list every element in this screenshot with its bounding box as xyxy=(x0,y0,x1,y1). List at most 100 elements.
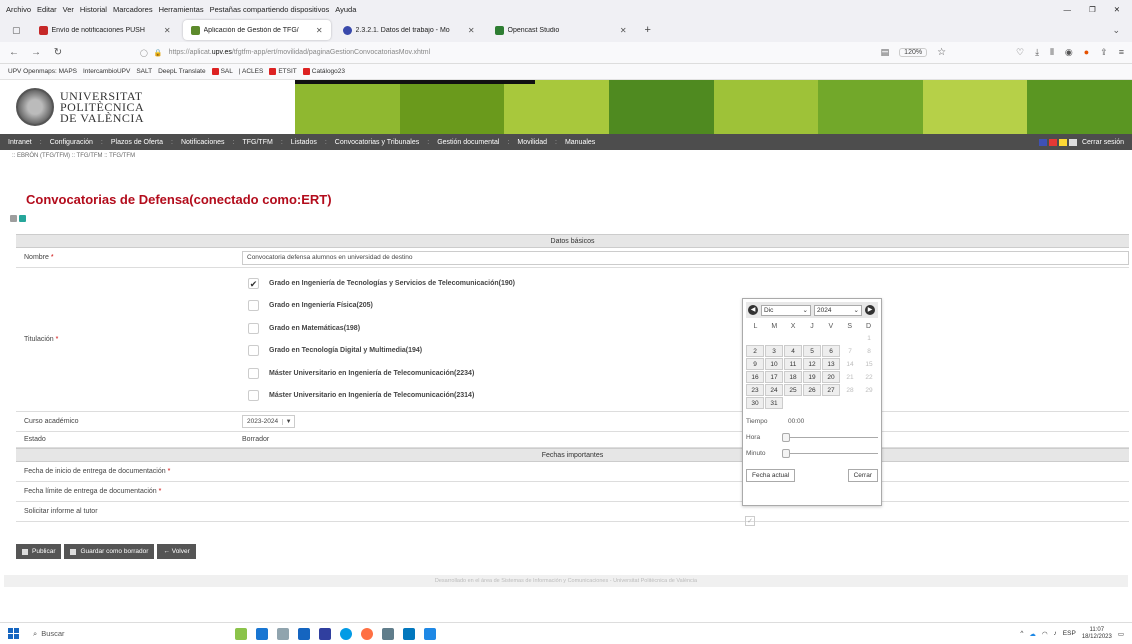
wifi-icon[interactable]: ◠ xyxy=(1042,630,1048,638)
menu-ayuda[interactable]: Ayuda xyxy=(335,5,356,14)
calendar-day[interactable]: 22 xyxy=(860,371,878,383)
hamburger-menu-icon[interactable]: ≡ xyxy=(1119,47,1124,58)
calendar-day[interactable]: 27 xyxy=(822,384,840,396)
account-icon[interactable]: ◉ xyxy=(1065,47,1073,58)
calendar-day[interactable]: 20 xyxy=(822,371,840,383)
calendar-day[interactable]: 14 xyxy=(841,358,859,370)
calendar-day[interactable]: 26 xyxy=(803,384,821,396)
nombre-input[interactable]: Convocatoria defensa alumnos en universi… xyxy=(242,250,1129,265)
tab-overflow-icon[interactable]: ⌄ xyxy=(1112,25,1126,36)
titulacion-checkbox[interactable]: ✔ xyxy=(248,277,259,289)
minute-slider[interactable] xyxy=(782,448,878,458)
lang-flag-icon[interactable] xyxy=(1058,138,1067,146)
calendar-day[interactable]: 12 xyxy=(803,358,821,370)
calendar-day[interactable]: 29 xyxy=(860,384,878,396)
calendar-day[interactable]: 24 xyxy=(765,384,783,396)
bookmark-acles[interactable]: | ACLES xyxy=(239,68,263,75)
close-window-icon[interactable]: ✕ xyxy=(1114,5,1120,14)
cloud-icon[interactable]: ☁ xyxy=(1029,630,1036,638)
lang-flag-icon[interactable] xyxy=(1048,138,1057,146)
zoom-level[interactable]: 120% xyxy=(899,48,928,57)
titulacion-checkbox[interactable] xyxy=(248,300,259,312)
teams-icon[interactable] xyxy=(319,627,331,640)
share-icon[interactable]: ⇪ xyxy=(1100,47,1108,58)
new-tab-icon[interactable]: + xyxy=(639,24,657,36)
firefox-icon[interactable] xyxy=(361,627,373,640)
hour-slider[interactable] xyxy=(782,432,878,442)
titulacion-checkbox[interactable] xyxy=(248,390,259,402)
logout-link[interactable]: Cerrar sesión xyxy=(1082,139,1124,146)
menu-notificaciones[interactable]: Notificaciones xyxy=(181,139,225,146)
minimize-icon[interactable]: — xyxy=(1063,5,1071,14)
clock[interactable]: 11:07 18/12/2023 xyxy=(1082,627,1112,641)
menu-movilidad[interactable]: Movilidad xyxy=(517,139,547,146)
lang-flag-icon[interactable] xyxy=(1038,138,1047,146)
menu-archivo[interactable]: Archivo xyxy=(6,5,31,14)
calendar-day[interactable]: 1 xyxy=(860,332,878,344)
close-tab-icon[interactable]: ✕ xyxy=(468,26,475,35)
titulacion-item[interactable]: Máster Universitario en Ingeniería de Te… xyxy=(248,362,1129,385)
prev-month-icon[interactable]: ◀ xyxy=(748,305,758,315)
app-icon[interactable] xyxy=(403,627,415,640)
calendar-day[interactable]: 5 xyxy=(803,345,821,357)
calendar-day[interactable]: 21 xyxy=(841,371,859,383)
now-button[interactable]: Fecha actual xyxy=(746,469,796,482)
tab-list-icon[interactable]: ▢ xyxy=(6,25,27,36)
menu-editar[interactable]: Editar xyxy=(37,5,57,14)
titulacion-checkbox[interactable] xyxy=(248,345,259,357)
tab-opencast[interactable]: Opencast Studio ✕ xyxy=(487,20,635,40)
year-select[interactable]: 2024 ⌄ xyxy=(814,304,862,316)
tab-push[interactable]: Envío de notificaciones PUSH ✕ xyxy=(31,20,179,40)
calendar-day[interactable]: 10 xyxy=(765,358,783,370)
maximize-icon[interactable]: ❐ xyxy=(1089,5,1096,14)
volume-icon[interactable]: ♪ xyxy=(1054,630,1057,637)
calendar-day[interactable]: 25 xyxy=(784,384,802,396)
lang-indicator[interactable]: ESP xyxy=(1063,630,1076,637)
informe-tutor-checkbox[interactable]: ✓ xyxy=(745,516,755,526)
outlook-icon[interactable] xyxy=(298,627,310,640)
menu-pestanas[interactable]: Pestañas compartiendo dispositivos xyxy=(210,5,330,14)
titulacion-checkbox[interactable] xyxy=(248,367,259,379)
menu-tfgtfm[interactable]: TFG/TFM xyxy=(242,139,272,146)
calendar-day[interactable]: 8 xyxy=(860,345,878,357)
widgets-icon[interactable] xyxy=(235,627,247,640)
calendar-day[interactable]: 7 xyxy=(841,345,859,357)
calendar-day[interactable]: 13 xyxy=(822,358,840,370)
menu-herramientas[interactable]: Herramientas xyxy=(159,5,204,14)
pocket-icon[interactable]: ♡ xyxy=(1016,47,1024,58)
print-icon[interactable] xyxy=(10,215,17,222)
calendar-day[interactable]: 18 xyxy=(784,371,802,383)
calendar-day[interactable]: 11 xyxy=(784,358,802,370)
bookmark-star-icon[interactable]: ☆ xyxy=(937,47,946,58)
bookmark-intercambio[interactable]: IntercambioUPV xyxy=(83,68,130,75)
tab-tfg-app[interactable]: Aplicación de Gestión de TFG/ ✕ xyxy=(182,20,331,40)
menu-configuracion[interactable]: Configuración xyxy=(50,139,93,146)
titulacion-item[interactable]: Grado en Tecnología Digital y Multimedia… xyxy=(248,340,1129,363)
minute-slider-handle[interactable] xyxy=(782,448,790,458)
calendar-day[interactable]: 4 xyxy=(784,345,802,357)
download-icon[interactable]: ⤓ xyxy=(1035,47,1039,58)
windows-start-icon[interactable] xyxy=(8,628,19,639)
bookmark-maps[interactable]: UPV Openmaps: MAPS xyxy=(8,68,77,75)
menu-plazos[interactable]: Plazos de Oferta xyxy=(111,139,163,146)
library-icon[interactable]: ⫴ xyxy=(1050,47,1054,58)
calendar-day[interactable]: 16 xyxy=(746,371,764,383)
calendar-day[interactable]: 17 xyxy=(765,371,783,383)
settings-app-icon[interactable] xyxy=(382,627,394,640)
titulacion-checkbox[interactable] xyxy=(248,322,259,334)
bookmark-etsit[interactable]: ETSIT xyxy=(269,67,297,75)
titulacion-item[interactable]: Máster Universitario en Ingeniería de Te… xyxy=(248,385,1129,408)
taskbar-search[interactable]: ⌕ Buscar xyxy=(27,626,167,642)
bookmark-salt[interactable]: SALT xyxy=(136,68,152,75)
menu-listados[interactable]: Listados xyxy=(291,139,317,146)
calendar-day[interactable]: 2 xyxy=(746,345,764,357)
help-icon[interactable] xyxy=(19,215,26,222)
extension-icon[interactable]: ● xyxy=(1084,47,1089,58)
close-tab-icon[interactable]: ✕ xyxy=(164,26,171,35)
task-view-icon[interactable] xyxy=(277,627,289,640)
tab-datos-trabajo[interactable]: 2.3.2.1. Datos del trabajo - Mo ✕ xyxy=(335,20,483,40)
menu-intranet[interactable]: Intranet xyxy=(8,139,32,146)
notifications-icon[interactable]: ▭ xyxy=(1118,630,1124,638)
calendar-day[interactable]: 15 xyxy=(860,358,878,370)
bookmark-catalogo[interactable]: Catálogo23 xyxy=(302,67,345,75)
